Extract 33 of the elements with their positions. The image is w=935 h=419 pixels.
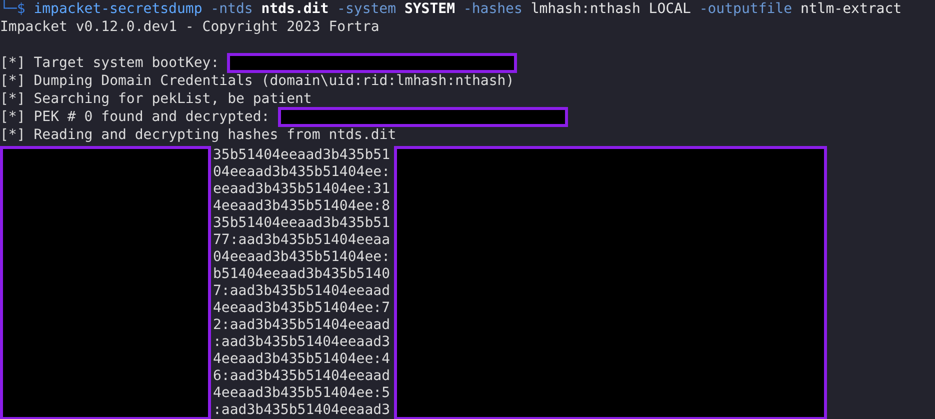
hash-line: 35b51404eeaad3b435b51: [213, 215, 392, 232]
command-token: -outputfile: [699, 0, 792, 18]
prompt-symbol: └─$: [0, 0, 26, 18]
command-token: lmhash:nthash: [530, 0, 640, 18]
command-token: SYSTEM: [404, 0, 456, 18]
command-token: -system: [337, 0, 396, 18]
output-line: [*] Target system bootKey:: [0, 54, 220, 72]
hash-line: 04eeaad3b435b51404ee:: [213, 249, 392, 266]
hash-line: b51404eeaad3b435b5140: [213, 266, 392, 283]
output-line: [*] Searching for pekList, be patient: [0, 90, 312, 108]
command-token: -ntds: [210, 0, 253, 18]
hash-line: 4eeaad3b435b51404ee:7: [213, 300, 392, 317]
hash-line: 04eeaad3b435b51404ee:: [213, 164, 392, 181]
command-token: ntds.dit: [261, 0, 329, 18]
hash-line: :aad3b435b51404eeaad3: [213, 402, 392, 419]
output-line: [*] Reading and decrypting hashes from ntds.dit: [0, 126, 396, 144]
command-token: ntlm-extract: [800, 0, 902, 18]
command-token: impacket-secretsdump: [34, 0, 202, 18]
hash-line: 4eeaad3b435b51404ee:5: [213, 385, 392, 402]
hash-line: 7:aad3b435b51404eeaad: [213, 283, 392, 300]
hash-line: 77:aad3b435b51404eeaa: [213, 232, 392, 249]
hash-line: :aad3b435b51404eeaad3: [213, 334, 392, 351]
hash-line: eeaad3b435b51404ee:31: [213, 181, 392, 198]
command-token: LOCAL: [648, 0, 691, 18]
hash-line: 4eeaad3b435b51404ee:8: [213, 198, 392, 215]
command-token: -hashes: [463, 0, 522, 18]
output-line: Impacket v0.12.0.dev1 - Copyright 2023 Fortra: [0, 18, 380, 36]
hash-line: 4eeaad3b435b51404ee:4: [213, 351, 392, 368]
hash-line: 2:aad3b435b51404eeaad: [213, 317, 392, 334]
output-line: [*] Dumping Domain Credentials (domain\uid:rid:lmhash:nthash): [0, 72, 514, 90]
hash-line: 35b51404eeaad3b435b51: [213, 147, 392, 164]
hash-line: 6:aad3b435b51404eeaad: [213, 368, 392, 385]
output-line: [*] PEK # 0 found and decrypted:: [0, 108, 270, 126]
